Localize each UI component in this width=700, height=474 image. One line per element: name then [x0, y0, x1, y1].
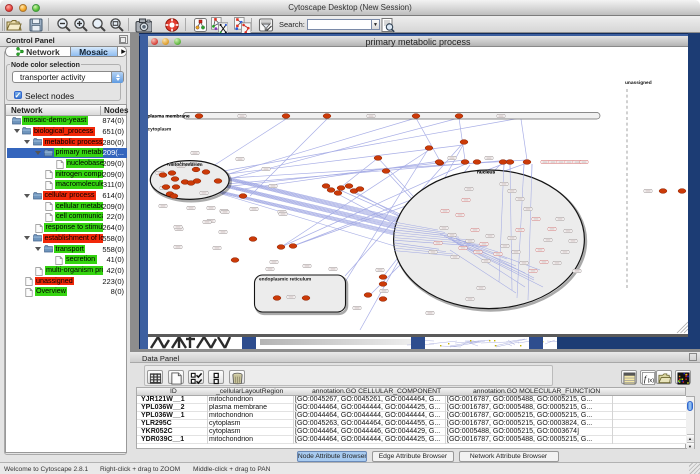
svg-text:endoplasmic reticulum: endoplasmic reticulum: [259, 277, 311, 283]
svg-text:cytoplasm: cytoplasm: [148, 127, 171, 133]
svg-text:unassigned: unassigned: [625, 80, 652, 86]
svg-text:plasma membrane: plasma membrane: [148, 114, 190, 120]
svg-text:(x): (x): [647, 377, 654, 383]
svg-text:nucleus: nucleus: [477, 170, 495, 176]
svg-text:mitochondrion: mitochondrion: [169, 162, 203, 168]
